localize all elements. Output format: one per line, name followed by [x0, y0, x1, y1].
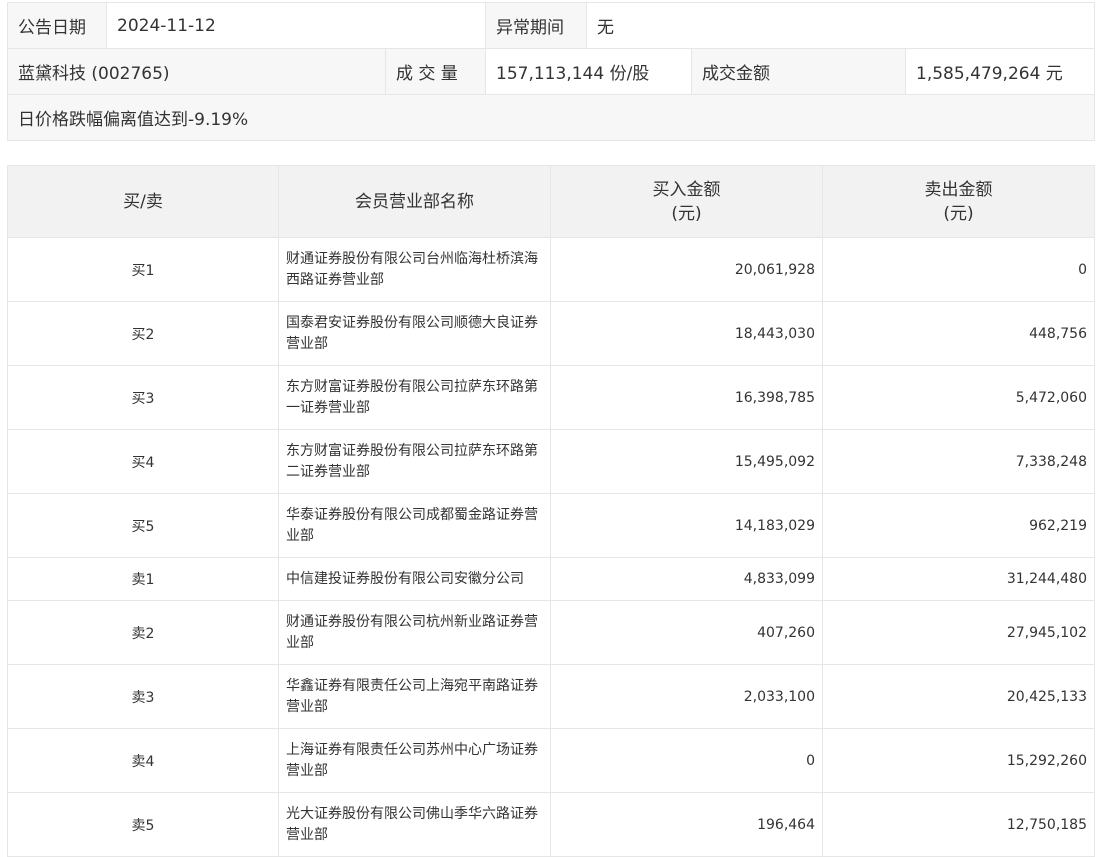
row-member-name: 华鑫证券有限责任公司上海宛平南路证券营业部	[278, 664, 551, 729]
header-member-name: 会员营业部名称	[278, 165, 551, 238]
row-buy-amount: 15,495,092	[550, 429, 823, 494]
header-side: 买/卖	[7, 165, 279, 238]
row-member-name: 国泰君安证券股份有限公司顺德大良证券营业部	[278, 301, 551, 366]
announcement-info-table: 公告日期 2024-11-12 异常期间 无 蓝黛科技 (002765) 成 交…	[6, 2, 1096, 141]
reason-text: 日价格跌幅偏离值达到-9.19%	[6, 94, 1096, 141]
row-side: 卖5	[7, 792, 279, 857]
row-member-name: 财通证券股份有限公司台州临海杜桥滨海西路证券营业部	[278, 237, 551, 302]
row-side: 卖3	[7, 664, 279, 729]
row-member-name: 华泰证券股份有限公司成都蜀金路证券营业部	[278, 493, 551, 558]
row-sell-amount: 15,292,260	[822, 728, 1095, 793]
row-member-name: 东方财富证券股份有限公司拉萨东环路第一证券营业部	[278, 365, 551, 430]
trading-detail-table: 买/卖 会员营业部名称 买入金额 (元) 卖出金额 (元) 买1 财通证券股份有…	[7, 165, 1095, 857]
row-sell-amount: 5,472,060	[822, 365, 1095, 430]
row-side: 买2	[7, 301, 279, 366]
row-buy-amount: 16,398,785	[550, 365, 823, 430]
row-sell-amount: 27,945,102	[822, 600, 1095, 665]
row-side: 卖2	[7, 600, 279, 665]
row-member-name: 财通证券股份有限公司杭州新业路证券营业部	[278, 600, 551, 665]
row-side: 卖1	[7, 557, 279, 601]
row-sell-amount: 962,219	[822, 493, 1095, 558]
table-header-row: 买/卖 会员营业部名称 买入金额 (元) 卖出金额 (元)	[7, 165, 1095, 238]
table-row: 卖2 财通证券股份有限公司杭州新业路证券营业部 407,260 27,945,1…	[7, 600, 1095, 665]
header-sell-amount-unit: (元)	[943, 203, 974, 224]
table-row: 卖5 光大证券股份有限公司佛山季华六路证券营业部 196,464 12,750,…	[7, 792, 1095, 857]
row-member-name: 中信建投证券股份有限公司安徽分公司	[278, 557, 551, 601]
table-row: 卖4 上海证券有限责任公司苏州中心广场证券营业部 0 15,292,260	[7, 728, 1095, 793]
table-row: 买2 国泰君安证券股份有限公司顺德大良证券营业部 18,443,030 448,…	[7, 301, 1095, 366]
row-sell-amount: 12,750,185	[822, 792, 1095, 857]
amount-label: 成交金额	[691, 48, 907, 95]
row-buy-amount: 0	[550, 728, 823, 793]
row-side: 买1	[7, 237, 279, 302]
volume-label: 成 交 量	[384, 48, 487, 95]
row-sell-amount: 448,756	[822, 301, 1095, 366]
header-buy-amount-line1: 买入金额	[652, 179, 721, 200]
row-buy-amount: 20,061,928	[550, 237, 823, 302]
row-buy-amount: 407,260	[550, 600, 823, 665]
table-row: 卖3 华鑫证券有限责任公司上海宛平南路证券营业部 2,033,100 20,42…	[7, 664, 1095, 729]
row-member-name: 上海证券有限责任公司苏州中心广场证券营业部	[278, 728, 551, 793]
row-buy-amount: 2,033,100	[550, 664, 823, 729]
period-value: 无	[597, 18, 615, 38]
header-buy-amount-unit: (元)	[671, 203, 702, 224]
row-sell-amount: 20,425,133	[822, 664, 1095, 729]
row-side: 卖4	[7, 728, 279, 793]
row-buy-amount: 196,464	[550, 792, 823, 857]
header-buy-amount: 买入金额 (元)	[550, 165, 823, 238]
row-buy-amount: 18,443,030	[550, 301, 823, 366]
table-row: 买1 财通证券股份有限公司台州临海杜桥滨海西路证券营业部 20,061,928 …	[7, 237, 1095, 302]
row-member-name: 光大证券股份有限公司佛山季华六路证券营业部	[278, 792, 551, 857]
amount-value: 1,585,479,264 元	[905, 48, 1096, 95]
table-row: 买5 华泰证券股份有限公司成都蜀金路证券营业部 14,183,029 962,2…	[7, 493, 1095, 558]
header-sell-amount-line1: 卖出金额	[924, 179, 993, 200]
date-value: 2024-11-12	[105, 2, 487, 49]
stock-name: 蓝黛科技 (002765)	[7, 48, 386, 95]
row-side: 买5	[7, 493, 279, 558]
table-row: 卖1 中信建投证券股份有限公司安徽分公司 4,833,099 31,244,48…	[7, 557, 1095, 601]
header-sell-amount: 卖出金额 (元)	[822, 165, 1095, 238]
row-side: 买3	[7, 365, 279, 430]
row-sell-amount: 7,338,248	[822, 429, 1095, 494]
date-label: 公告日期	[7, 2, 107, 49]
row-sell-amount: 31,244,480	[822, 557, 1095, 601]
row-buy-amount: 4,833,099	[550, 557, 823, 601]
row-buy-amount: 14,183,029	[550, 493, 823, 558]
volume-value: 157,113,144 份/股	[485, 48, 693, 95]
row-side: 买4	[7, 429, 279, 494]
table-row: 买3 东方财富证券股份有限公司拉萨东环路第一证券营业部 16,398,785 5…	[7, 365, 1095, 430]
row-member-name: 东方财富证券股份有限公司拉萨东环路第二证券营业部	[278, 429, 551, 494]
row-sell-amount: 0	[822, 237, 1095, 302]
period-label: 异常期间	[486, 3, 588, 48]
table-row: 买4 东方财富证券股份有限公司拉萨东环路第二证券营业部 15,495,092 7…	[7, 429, 1095, 494]
